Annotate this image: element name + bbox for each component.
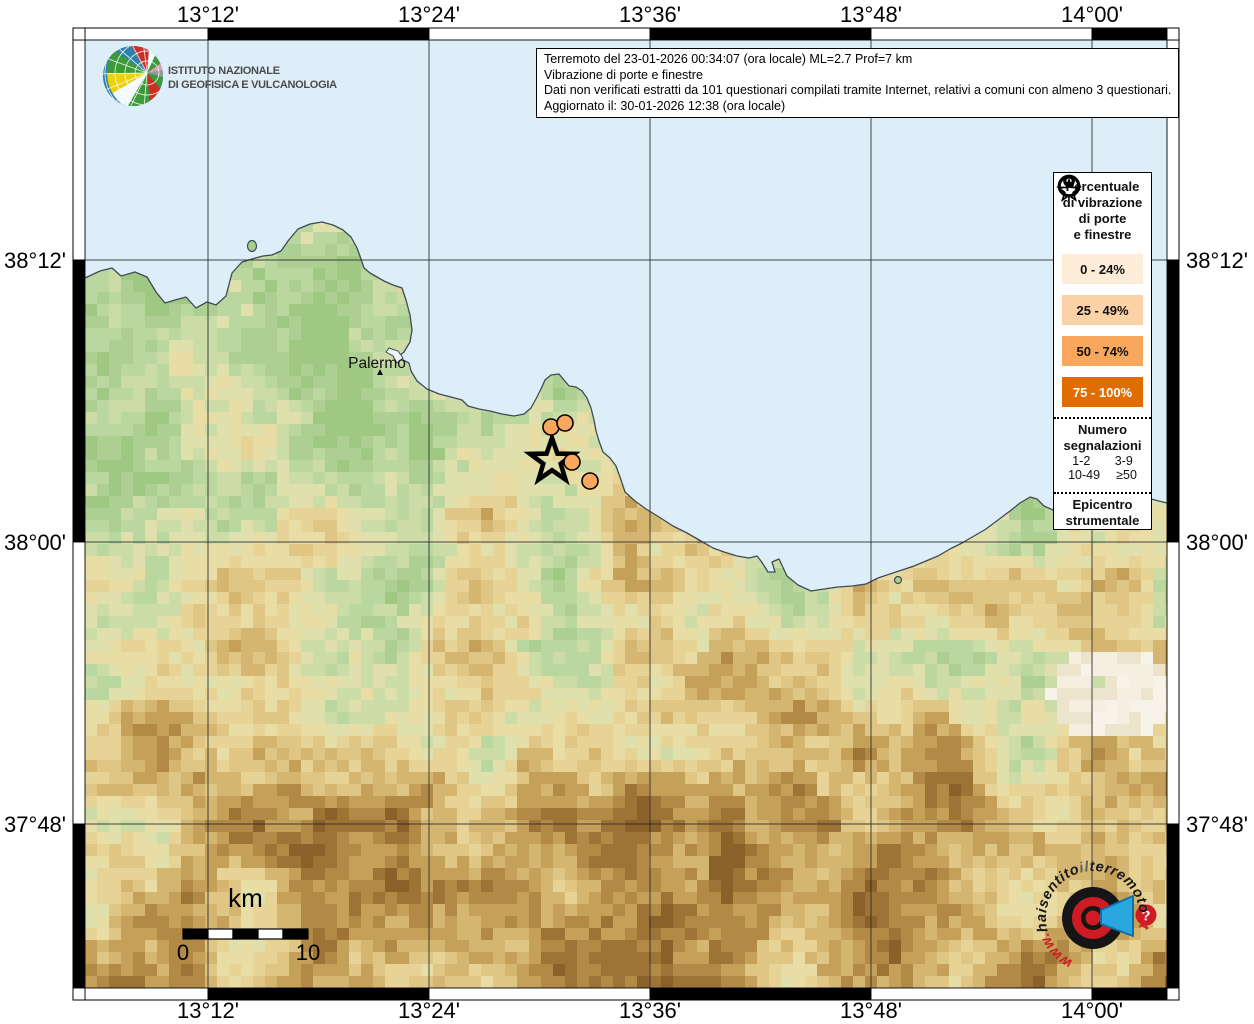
report-dot — [557, 415, 573, 431]
lon-label-bottom: 13°48' — [840, 998, 902, 1023]
lat-label-left: 38°12' — [4, 248, 66, 273]
lon-label-bottom: 13°24' — [398, 998, 460, 1023]
lat-label-right: 38°12' — [1186, 248, 1248, 273]
logo-bullseye-center — [1086, 911, 1101, 926]
lon-label-top: 14°00' — [1061, 2, 1123, 27]
scale-bar-segments — [183, 929, 308, 939]
legend-count-classes: 1-2 3-9 10-49 ≥50 — [1054, 454, 1151, 482]
lat-label-right: 38°00' — [1186, 530, 1248, 555]
legend-percent-classes: 0 - 24% 25 - 49% 50 - 74% 75 - 100% — [1054, 254, 1151, 407]
event-updated-line: Aggiornato il: 30-01-2026 12:38 (ora loc… — [544, 99, 1171, 115]
lon-label-top: 13°12' — [177, 2, 239, 27]
legend-epicenter-title: Epicentro strumentale — [1054, 494, 1151, 529]
lon-label-top: 13°24' — [398, 2, 460, 27]
lon-label-bottom: 14°00' — [1061, 998, 1123, 1023]
count-class-label: 10-49 — [1068, 468, 1100, 482]
legend-class-swatch: 25 - 49% — [1062, 295, 1143, 325]
small-island — [248, 241, 257, 252]
scale-bar-end-label: 10 — [296, 940, 320, 965]
legend-class-swatch: 50 - 74% — [1062, 336, 1143, 366]
macroseismic-map-page: ISTITUTO NAZIONALE DI GEOFISICA E VULCAN… — [0, 0, 1254, 1024]
legend-epicenter-star — [1054, 177, 1084, 205]
event-info-box: Terremoto del 23-01-2026 00:34:07 (ora l… — [536, 48, 1179, 118]
scale-bar-unit: km — [228, 883, 263, 913]
ingv-name-line1: ISTITUTO NAZIONALE — [168, 65, 280, 77]
report-dot — [564, 454, 580, 470]
count-class-label: 3-9 — [1115, 454, 1133, 468]
lon-label-top: 13°36' — [619, 2, 681, 27]
lon-label-bottom: 13°36' — [619, 998, 681, 1023]
report-dot — [582, 473, 598, 489]
event-effect-line: Vibrazione di porte e finestre — [544, 68, 1171, 84]
city-label-palermo: Palermo — [348, 355, 406, 372]
scale-bar-start-label: 0 — [177, 940, 189, 965]
legend-counts-title: Numero segnalazioni — [1054, 419, 1151, 454]
legend-class-swatch: 0 - 24% — [1062, 254, 1143, 284]
count-class-label: 1-2 — [1072, 454, 1090, 468]
small-island-east — [895, 577, 902, 584]
event-data-note: Dati non verificati estratti da 101 ques… — [544, 83, 1171, 99]
lat-label-right: 37°48' — [1186, 812, 1248, 837]
lon-label-bottom: 13°12' — [177, 998, 239, 1023]
count-class-label: ≥50 — [1116, 468, 1137, 482]
lat-label-left: 37°48' — [4, 812, 66, 837]
lat-label-left: 38°00' — [4, 530, 66, 555]
ingv-name-line2: DI GEOFISICA E VULCANOLOGIA — [168, 79, 337, 91]
lon-label-top: 13°48' — [840, 2, 902, 27]
legend-class-swatch: 75 - 100% — [1062, 377, 1143, 407]
legend-box: Percentuale di vibrazione di porte e fin… — [1053, 172, 1152, 530]
event-title: Terremoto del 23-01-2026 00:34:07 (ora l… — [544, 52, 1171, 68]
